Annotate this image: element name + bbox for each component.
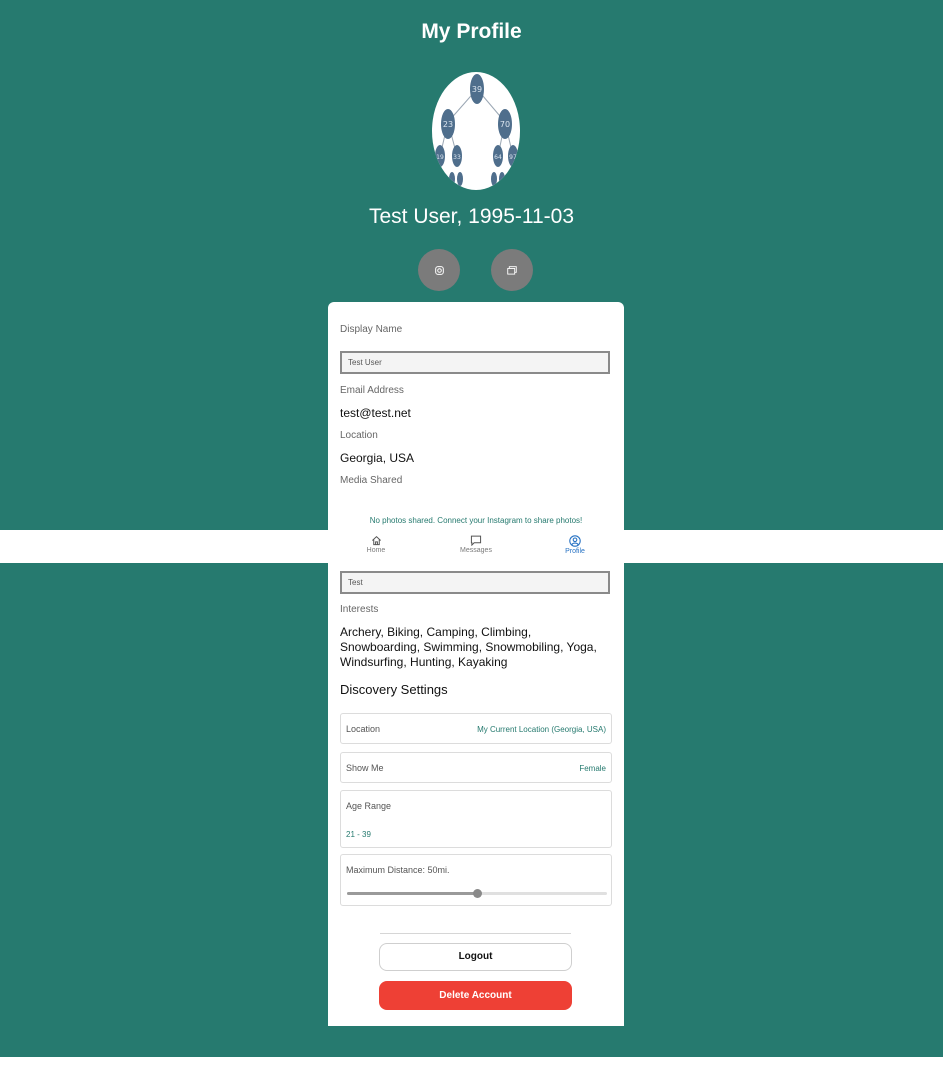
max-distance-label: Maximum Distance: 50mi. xyxy=(346,865,450,875)
distance-slider[interactable] xyxy=(347,889,607,898)
discovery-settings-title: Discovery Settings xyxy=(340,682,448,697)
discovery-location-setting[interactable]: Location My Current Location (Georgia, U… xyxy=(340,713,612,744)
interests-label: Interests xyxy=(340,604,379,615)
tree-node-label: 64 xyxy=(494,154,502,161)
instagram-button[interactable] xyxy=(418,249,460,291)
divider xyxy=(380,933,571,934)
page-title: My Profile xyxy=(421,20,522,43)
profile-card: Display Name Test User Email Address tes… xyxy=(328,302,624,530)
slider-handle[interactable] xyxy=(473,889,482,898)
tab-home-label: Home xyxy=(366,547,386,554)
tree-node-label: 23 xyxy=(443,120,453,129)
age-range-label: Age Range xyxy=(346,801,392,811)
max-distance-setting: Maximum Distance: 50mi. xyxy=(340,854,612,906)
show-me-label: Show Me xyxy=(346,763,384,773)
tab-messages[interactable]: Messages xyxy=(441,535,511,554)
tab-profile[interactable]: Profile xyxy=(540,535,610,555)
delete-account-button[interactable]: Delete Account xyxy=(379,981,572,1010)
email-value: test@test.net xyxy=(340,406,411,420)
photos-icon xyxy=(507,265,517,275)
tree-node-label: 70 xyxy=(500,120,510,129)
tab-messages-label: Messages xyxy=(460,547,492,554)
bottom-tab-bar: Home Messages Profile xyxy=(328,530,624,563)
tab-home[interactable]: Home xyxy=(341,535,411,554)
display-name-input[interactable]: Test User xyxy=(340,351,610,374)
avatar[interactable]: 39 23 70 19 33 64 97 xyxy=(432,72,520,190)
no-photos-message: No photos shared. Connect your Instagram… xyxy=(369,516,583,525)
media-shared-label: Media Shared xyxy=(340,475,403,486)
tree-node-label: 19 xyxy=(436,154,444,161)
age-range-setting[interactable]: Age Range 21 - 39 xyxy=(340,790,612,848)
avatar-image: 39 23 70 19 33 64 97 xyxy=(435,74,518,186)
tree-node-label: 33 xyxy=(453,154,461,161)
chat-icon xyxy=(470,535,482,546)
discovery-location-value: My Current Location (Georgia, USA) xyxy=(477,725,606,734)
location-value: Georgia, USA xyxy=(340,451,415,465)
logout-button[interactable]: Logout xyxy=(379,943,572,971)
display-name-label: Display Name xyxy=(340,324,403,335)
show-me-value: Female xyxy=(579,764,606,773)
location-label: Location xyxy=(340,430,378,441)
settings-card: Test Interests Archery, Biking, Camping,… xyxy=(328,563,624,1026)
tab-profile-label: Profile xyxy=(565,548,585,555)
instagram-icon xyxy=(434,265,444,275)
bio-input[interactable]: Test xyxy=(340,571,610,594)
email-label: Email Address xyxy=(340,385,404,396)
tree-node-label: 39 xyxy=(472,85,482,94)
photos-button[interactable] xyxy=(491,249,533,291)
slider-fill xyxy=(347,892,477,895)
age-range-value: 21 - 39 xyxy=(346,830,371,839)
profile-icon xyxy=(569,535,581,547)
discovery-location-label: Location xyxy=(346,724,381,734)
home-icon xyxy=(371,535,381,546)
interests-value: Archery, Biking, Camping, Climbing, Snow… xyxy=(340,625,597,669)
show-me-setting[interactable]: Show Me Female xyxy=(340,752,612,783)
user-name-dob: Test User, 1995-11-03 xyxy=(368,205,575,228)
